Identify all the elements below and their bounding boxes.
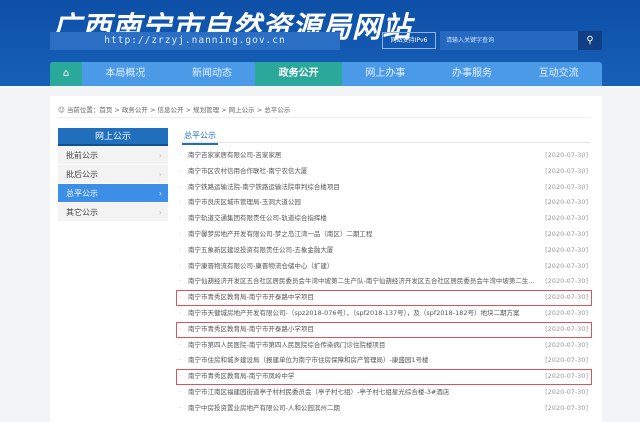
item-title[interactable]: 南宁仙葫经济开发区五合社区居民委员会牛湾中坡第二生产队-南宁仙葫经济开发区五合社… [188, 277, 535, 285]
item-date: [2020-07-30] [545, 214, 588, 223]
list-item[interactable]: 南宁市青秀区教育局-南宁市开泰路中学项目 [2020-07-30] [176, 290, 592, 306]
item-title[interactable]: 南宁市住房和城乡建设局（报建单位为南宁市住房保障和房产管理局）-康盛园1号楼 [188, 356, 428, 364]
list-item[interactable]: 南宁铁路运输法院-南宁铁路运输法院审判综合楼项目 [2020-07-30] [176, 180, 592, 196]
list-item[interactable]: 南宁吉家家居有限公司-吉家家居 [2020-07-30] [176, 148, 592, 164]
list-item[interactable]: 南宁馨梦房地产开发有限公司-梦之岛江湾一品（南区）二期工程 [2020-07-30… [176, 227, 592, 243]
sidebar-item[interactable]: 批后公示 › [58, 165, 168, 184]
item-date: [2020-07-30] [545, 151, 588, 159]
chevron-right-icon: › [158, 189, 162, 198]
item-date: [2020-07-30] [545, 261, 588, 270]
item-title[interactable]: 南宁市天健城房地产开发有限公司-（spz2018-076号），（spf2018-… [188, 309, 520, 317]
sidebar-item[interactable]: 其它公示 › [58, 203, 168, 222]
item-date: [2020-07-30] [545, 245, 588, 254]
list-item[interactable]: 南宁轨道交通集团有限责任公司-轨道综合指挥楼 [2020-07-30] [176, 211, 592, 227]
nav-home[interactable]: ⌂ [50, 62, 82, 86]
chevron-right-icon: › [158, 208, 162, 217]
item-date: [2020-07-30] [545, 340, 588, 349]
search-input[interactable]: 请输入关键字查询 [440, 31, 578, 50]
list-item[interactable]: 南宁康晋物流有限公司-康晋物流仓储中心（扩建） [2020-07-30] [176, 259, 592, 275]
chevron-right-icon: › [158, 170, 162, 179]
user-icon: ☺ [58, 106, 67, 114]
main-nav: ⌂ 本局概况 新闻动态 政务公开 网上办事 办事服务 互动交流 [50, 62, 602, 86]
nav-item[interactable]: 新闻动态 [169, 62, 256, 86]
list-item[interactable]: 南宁市青秀区教育局-南宁市凤岭中学 [2020-07-30] [176, 369, 592, 385]
item-date: [2020-07-30] [545, 324, 588, 333]
item-title[interactable]: 南宁市良庆区城市管理局-玉洞大道公园 [188, 198, 301, 206]
nav-item[interactable]: 互动交流 [515, 62, 602, 86]
nav-item[interactable]: 网上办事 [342, 62, 429, 86]
item-date: [2020-07-30] [545, 403, 588, 412]
item-date: [2020-07-30] [545, 182, 588, 191]
item-date: [2020-07-30] [545, 387, 588, 396]
item-date: [2020-07-30] [545, 308, 588, 317]
list-item[interactable]: 南宁中房投资置业房地产有限公司-人和公园滨州二期 [2020-07-30] [176, 401, 592, 417]
list-item[interactable]: 南宁市良庆区城市管理局-玉洞大道公园 [2020-07-30] [176, 195, 592, 211]
list-item[interactable]: 南宁五象新区建设投资有限责任公司-五象金融大厦 [2020-07-30] [176, 243, 592, 259]
item-title[interactable]: 南宁中房投资置业房地产有限公司-人和公园滨州二期 [188, 404, 340, 412]
breadcrumb: ☺ 当前位置：首页 > 政务公开 > 信息公开 > 规划管理 > 网上公示 > … [58, 106, 291, 114]
search-button[interactable]: ⚲ [578, 31, 602, 50]
list-item[interactable]: 南宁仙葫经济开发区五合社区居民委员会牛湾中坡第二生产队-南宁仙葫经济开发区五合社… [176, 274, 592, 290]
item-title[interactable]: 南宁市江南区福建园街道亭子村村民委员会（亭子村七组）-亭子村七组星光综合楼-3#… [188, 388, 449, 396]
item-date: [2020-07-30] [545, 229, 588, 238]
item-title[interactable]: 南宁五象新区建设投资有限责任公司-五象金融大厦 [188, 246, 333, 254]
site-url: http://zrzyj.nanning.gov.cn [50, 32, 340, 50]
divider [58, 117, 590, 118]
item-title[interactable]: 南宁市青秀区教育局-南宁市凤岭中学 [188, 372, 294, 380]
sidebar: 网上公示 批前公示 › 批后公示 › 总平公示 › 其它公示 › [58, 128, 168, 222]
divider [180, 142, 590, 143]
item-title[interactable]: 南宁市青秀区教育局-南宁市开泰路小学项目 [188, 325, 314, 333]
list-item[interactable]: 南宁市天健城房地产开发有限公司-（spz2018-076号），（spf2018-… [176, 306, 592, 322]
list-item[interactable]: 南宁市第四人民医院-南宁市第四人民医院综合传染病门诊住院楼项目 [2020-07-… [176, 338, 592, 354]
sidebar-item-active[interactable]: 总平公示 › [58, 184, 168, 203]
item-date: [2020-07-30] [545, 293, 588, 302]
item-title[interactable]: 南宁吉家家居有限公司-吉家家居 [188, 151, 281, 159]
list-item[interactable]: 南宁市住房和城乡建设局（报建单位为南宁市住房保障和房产管理局）-康盛园1号楼 [2… [176, 353, 592, 369]
nav-item-active[interactable]: 政务公开 [255, 62, 343, 86]
chevron-right-icon: › [158, 151, 162, 160]
item-title[interactable]: 南宁市区农村信用合作联社-南宁农信大厦 [188, 167, 307, 175]
item-title[interactable]: 南宁市青秀区教育局-南宁市开泰路中学项目 [188, 293, 314, 301]
search-icon: ⚲ [586, 35, 594, 46]
nav-item[interactable]: 本局概况 [82, 62, 169, 86]
nav-item[interactable]: 办事服务 [429, 62, 516, 86]
item-title[interactable]: 南宁铁路运输法院-南宁铁路运输法院审判综合楼项目 [188, 183, 340, 191]
item-date: [2020-07-30] [545, 277, 588, 286]
item-date: [2020-07-30] [545, 166, 588, 175]
home-icon: ⌂ [62, 68, 70, 79]
item-date: [2020-07-30] [545, 372, 588, 381]
sidebar-title: 网上公示 [58, 128, 168, 146]
item-date: [2020-07-30] [545, 198, 588, 207]
item-date: [2020-07-30] [545, 356, 588, 365]
item-title[interactable]: 南宁轨道交通集团有限责任公司-轨道综合指挥楼 [188, 214, 327, 222]
notice-list: 南宁吉家家居有限公司-吉家家居[2020-07-30]南宁市区农村信用合作联社-… [176, 148, 592, 417]
ipv6-badge: 网站支持IPv6 [382, 32, 436, 49]
sidebar-item[interactable]: 批前公示 › [58, 146, 168, 165]
list-item[interactable]: 南宁市江南区福建园街道亭子村村民委员会（亭子村七组）-亭子村七组星光综合楼-3#… [176, 385, 592, 401]
item-title[interactable]: 南宁市第四人民医院-南宁市第四人民医院综合传染病门诊住院楼项目 [188, 341, 385, 349]
item-title[interactable]: 南宁馨梦房地产开发有限公司-梦之岛江湾一品（南区）二期工程 [188, 230, 372, 238]
list-item[interactable]: 南宁市青秀区教育局-南宁市开泰路小学项目 [2020-07-30] [176, 321, 592, 338]
list-item[interactable]: 南宁市区农村信用合作联社-南宁农信大厦 [2020-07-30] [176, 164, 592, 180]
item-title[interactable]: 南宁康晋物流有限公司-康晋物流仓储中心（扩建） [188, 262, 333, 270]
